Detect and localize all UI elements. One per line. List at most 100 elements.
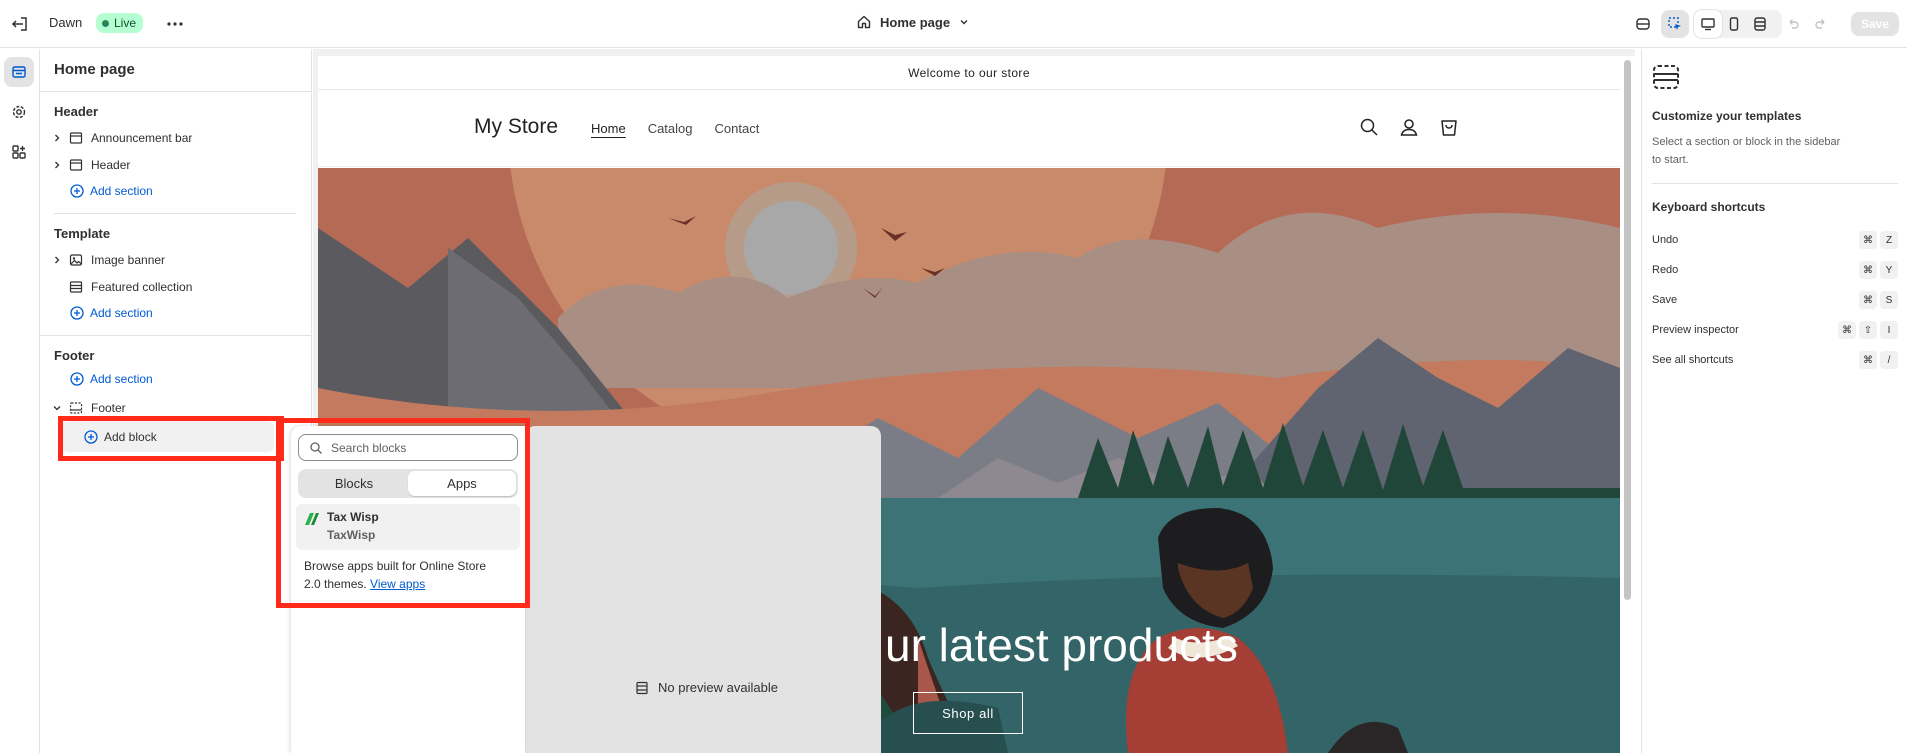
shortcuts-title: Keyboard shortcuts [1652, 200, 1766, 214]
sections-icon[interactable] [4, 57, 34, 87]
store-logo[interactable]: My Store [474, 115, 558, 139]
add-section-button[interactable]: Add section [70, 184, 153, 198]
sidebar-item-label: Featured collection [91, 280, 193, 294]
home-icon [856, 14, 872, 30]
page-selector[interactable]: Home page [856, 14, 970, 30]
shortcut-row: Undo ⌘ Z [1652, 229, 1898, 251]
shortcut-label: Preview inspector [1652, 324, 1739, 336]
sidebar-item-featured-collection[interactable]: Featured collection [50, 275, 300, 299]
shortcut-key: / [1880, 351, 1898, 369]
exit-icon[interactable] [8, 13, 32, 35]
divider [40, 335, 312, 336]
add-section-label: Add section [90, 184, 153, 198]
divider [1652, 183, 1898, 184]
theme-settings-icon[interactable] [4, 97, 34, 127]
shortcut-key: Y [1880, 261, 1898, 279]
no-preview-icon [635, 681, 649, 695]
shortcut-key: ⇧ [1859, 321, 1877, 339]
shortcut-key: Z [1880, 231, 1898, 249]
desktop-view-icon[interactable] [1694, 10, 1722, 38]
theme-name: Dawn [49, 15, 83, 30]
plus-circle-icon [70, 372, 84, 386]
nav-home[interactable]: Home [591, 121, 626, 136]
search-icon[interactable] [1357, 115, 1381, 139]
inspector-title: Customize your templates [1652, 109, 1802, 123]
header-icons [1357, 115, 1461, 139]
shortcut-key: ⌘ [1859, 291, 1877, 309]
sidebar-item-announcement-bar[interactable]: Announcement bar [50, 126, 300, 150]
shortcut-key: ⌘ [1859, 231, 1877, 249]
nav-contact[interactable]: Contact [715, 121, 760, 136]
sidebar-item-header[interactable]: Header [50, 153, 300, 177]
preview-scrollbar-thumb[interactable] [1624, 60, 1631, 600]
template-group-heading: Template [54, 226, 111, 241]
account-icon[interactable] [1397, 115, 1421, 139]
apps-icon[interactable] [4, 137, 34, 167]
app-embeds-icon[interactable] [1629, 10, 1657, 38]
highlight-box-add-block [58, 416, 284, 461]
save-button[interactable]: Save [1851, 12, 1899, 36]
page-selector-label: Home page [880, 14, 951, 30]
chevron-right-icon[interactable] [50, 158, 64, 172]
shop-all-button[interactable]: Shop all [913, 692, 1023, 734]
shortcut-label: See all shortcuts [1652, 354, 1734, 366]
image-icon [68, 252, 84, 268]
announcement-bar[interactable]: Welcome to our store [318, 56, 1620, 90]
shortcut-row: Save ⌘ S [1652, 289, 1898, 311]
inspector-description: Select a section or block in the sidebar… [1652, 136, 1841, 166]
cart-icon[interactable] [1437, 115, 1461, 139]
add-section-label: Add section [90, 372, 153, 386]
live-dot-icon [102, 19, 109, 27]
header-group-heading: Header [54, 104, 99, 119]
top-bar: Dawn Live Home page Save [0, 0, 1907, 48]
no-preview-label: No preview available [658, 680, 778, 695]
no-preview-panel: No preview available [525, 426, 881, 753]
mobile-view-icon[interactable] [1720, 10, 1748, 38]
full-screen-icon[interactable] [1746, 10, 1774, 38]
store-header[interactable]: My Store Home Catalog Contact [318, 91, 1620, 167]
plus-circle-icon [70, 306, 84, 320]
collection-icon [68, 279, 84, 295]
shortcut-key: ⌘ [1838, 321, 1856, 339]
live-badge: Live [96, 13, 144, 33]
inspector-toggle-icon[interactable] [1661, 10, 1689, 38]
store-nav: Home Catalog Contact [591, 121, 759, 136]
plus-circle-icon [70, 184, 84, 198]
redo-icon[interactable] [1807, 10, 1835, 38]
undo-icon[interactable] [1779, 10, 1807, 38]
sidebar-item-label: Announcement bar [91, 131, 193, 145]
shortcut-row[interactable]: See all shortcuts ⌘ / [1652, 349, 1898, 371]
add-section-label: Add section [90, 306, 153, 320]
section-icon [68, 157, 84, 173]
shortcut-label: Redo [1652, 264, 1679, 276]
shortcut-key: ⌘ [1859, 261, 1877, 279]
section-icon [68, 400, 84, 416]
banner-heading: ur latest products [885, 619, 1238, 671]
add-section-button[interactable]: Add section [70, 372, 153, 386]
inspector-panel: Customize your templates Select a sectio… [1641, 49, 1907, 753]
shortcut-row: Redo ⌘ Y [1652, 259, 1898, 281]
shortcut-label: Undo [1652, 234, 1679, 246]
add-section-button[interactable]: Add section [70, 306, 153, 320]
section-icon [68, 130, 84, 146]
live-badge-label: Live [114, 16, 137, 30]
sidebar-item-label: Footer [91, 401, 126, 415]
footer-group-heading: Footer [54, 348, 95, 363]
shortcut-key: ⌘ [1859, 351, 1877, 369]
sidebar-item-label: Header [91, 158, 131, 172]
sections-sidebar: Home page Header Announcement bar Header… [40, 49, 312, 753]
chevron-down-icon[interactable] [50, 401, 64, 415]
divider [40, 91, 312, 92]
sidebar-item-image-banner[interactable]: Image banner [50, 248, 300, 272]
highlight-box-block-picker [276, 418, 530, 608]
chevron-right-icon[interactable] [50, 131, 64, 145]
left-rail [0, 49, 40, 753]
nav-catalog[interactable]: Catalog [648, 121, 693, 136]
chevron-right-icon[interactable] [50, 253, 64, 267]
more-actions-icon[interactable] [163, 12, 187, 36]
shortcut-label: Save [1652, 294, 1678, 306]
sidebar-title: Home page [54, 61, 135, 78]
templates-icon [1652, 63, 1680, 91]
chevron-down-icon [958, 16, 970, 28]
shortcut-key: S [1880, 291, 1898, 309]
